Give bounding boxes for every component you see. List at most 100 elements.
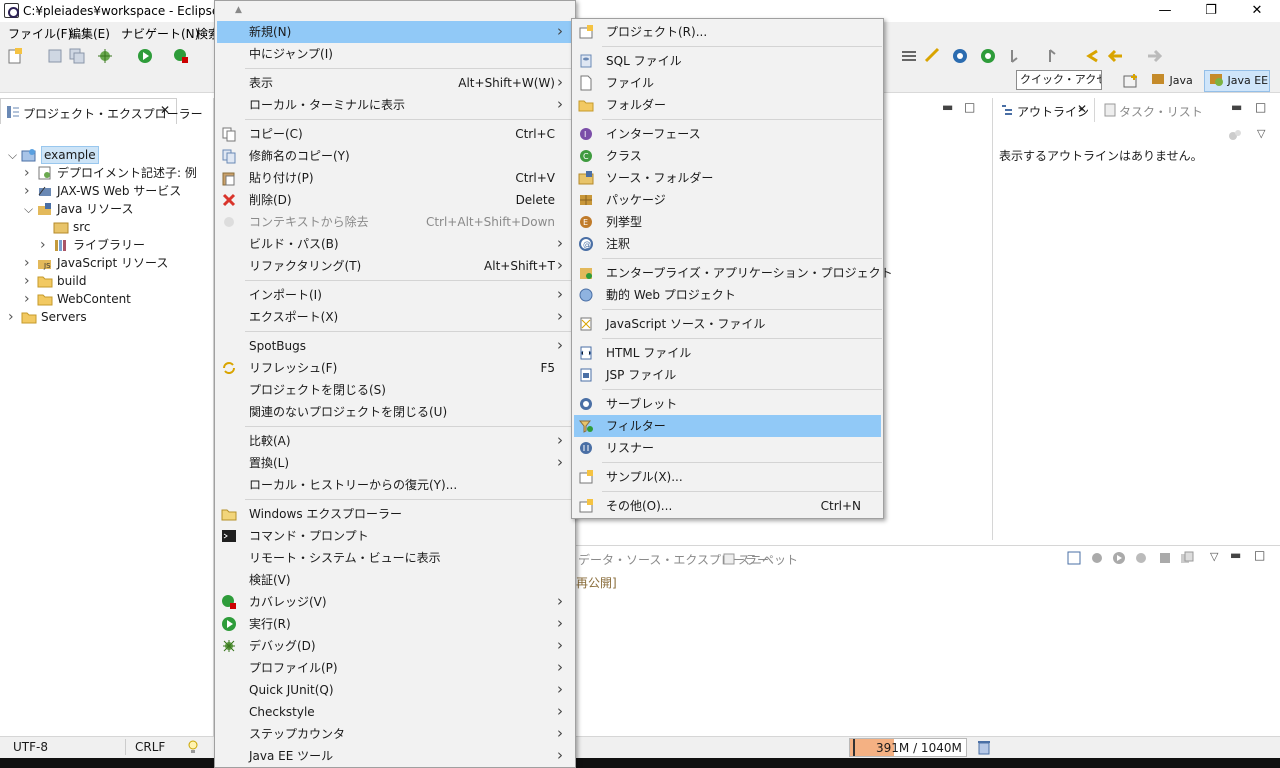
chevron-right-icon[interactable]: ›: [40, 236, 50, 254]
close-button[interactable]: ✕: [1234, 0, 1280, 22]
debug-server-icon[interactable]: [1090, 551, 1104, 565]
menu-item[interactable]: コピー(C) Ctrl+C: [217, 123, 573, 145]
stop-server-icon[interactable]: [1158, 551, 1172, 565]
view-menu-icon[interactable]: ▽: [1257, 127, 1265, 140]
tree-item[interactable]: › JS JavaScript リソース: [0, 254, 214, 272]
chevron-right-icon[interactable]: ›: [24, 290, 34, 308]
chevron-right-icon[interactable]: ›: [8, 308, 18, 326]
menu-item[interactable]: 表示 Alt+Shift+W(W) ›: [217, 72, 573, 94]
chevron-right-icon[interactable]: ›: [24, 272, 34, 290]
start-server-icon[interactable]: [1112, 551, 1126, 565]
bottom-maximize-icon[interactable]: □: [1254, 548, 1265, 562]
menu-item[interactable]: カバレッジ(V) ›: [217, 591, 573, 613]
menu-item[interactable]: フォルダー: [574, 94, 881, 116]
menu-item[interactable]: ステップカウンタ ›: [217, 723, 573, 745]
menu-item[interactable]: JSP ファイル: [574, 364, 881, 386]
menu-item[interactable]: デバッグ(D) ›: [217, 635, 573, 657]
outline-minimize-icon[interactable]: ▬: [1231, 100, 1242, 114]
focus-icon[interactable]: [1227, 128, 1243, 142]
menu-item[interactable]: ビルド・パス(B) ›: [217, 233, 573, 255]
menu-item[interactable]: リモート・システム・ビューに表示: [217, 547, 573, 569]
power-icon[interactable]: [979, 47, 997, 65]
menu-item[interactable]: リフレッシュ(F) F5: [217, 357, 573, 379]
restore-button[interactable]: ❐: [1188, 0, 1234, 22]
view-menu-icon[interactable]: ▽: [1210, 550, 1218, 563]
tree-item[interactable]: › WebContent: [0, 290, 214, 308]
menu-item[interactable]: 修飾名のコピー(Y): [217, 145, 573, 167]
last-edit-icon[interactable]: [1083, 47, 1101, 65]
menu-item[interactable]: その他(O)... Ctrl+N: [574, 495, 881, 517]
coverage-icon[interactable]: [172, 47, 190, 65]
toolbar-tool-icon[interactable]: [900, 47, 918, 65]
chevron-right-icon[interactable]: ›: [24, 254, 34, 272]
tree-item[interactable]: › デプロイメント記述子: 例: [0, 164, 214, 182]
lightbulb-icon[interactable]: [186, 739, 200, 755]
chevron-right-icon[interactable]: ›: [24, 164, 34, 182]
tree-item[interactable]: › JAX-WS Web サービス: [0, 182, 214, 200]
menu-item[interactable]: 貼り付け(P) Ctrl+V: [217, 167, 573, 189]
menu-item[interactable]: Quick JUnit(Q) ›: [217, 679, 573, 701]
menu-item[interactable]: Java EE ツール ›: [217, 745, 573, 767]
menu-item[interactable]: E 列挙型: [574, 211, 881, 233]
tab-snippets[interactable]: スニペット: [738, 551, 798, 568]
toolbar-tool2-icon[interactable]: [924, 47, 942, 65]
menu-item[interactable]: JavaScript ソース・ファイル: [574, 313, 881, 335]
forward-icon[interactable]: [1145, 47, 1163, 65]
close-tab-icon[interactable]: ✕: [160, 103, 170, 117]
menu-item[interactable]: ローカル・ヒストリーからの復元(Y)...: [217, 474, 573, 496]
menu-file[interactable]: ファイル(F): [8, 25, 72, 42]
menu-item[interactable]: @ 注釈: [574, 233, 881, 255]
menu-item[interactable]: 関連のないプロジェクトを閉じる(U): [217, 401, 573, 423]
bottom-minimize-icon[interactable]: ▬: [1230, 548, 1241, 562]
settings-gear-icon[interactable]: [951, 47, 969, 65]
menu-item[interactable]: 削除(D) Delete: [217, 189, 573, 211]
menu-item[interactable]: サーブレット: [574, 393, 881, 415]
close-outline-icon[interactable]: ✕: [1077, 102, 1087, 116]
menu-item[interactable]: ファイル: [574, 72, 881, 94]
minimize-button[interactable]: —: [1142, 0, 1188, 22]
tree-item[interactable]: src: [0, 218, 214, 236]
prev-annotation-icon[interactable]: [1046, 47, 1064, 65]
tab-task-list[interactable]: タスク・リスト: [1101, 98, 1211, 122]
menu-item[interactable]: プロファイル(P) ›: [217, 657, 573, 679]
quick-access-field[interactable]: クイック・アクセス: [1016, 70, 1102, 90]
menu-item[interactable]: フィルター: [574, 415, 881, 437]
heap-status[interactable]: 391M / 1040M: [849, 738, 967, 757]
scroll-up-icon[interactable]: ▲: [235, 5, 242, 15]
perspective-javaee[interactable]: Java EE: [1204, 70, 1270, 92]
perspective-java[interactable]: Java: [1150, 71, 1193, 91]
tree-item[interactable]: › build: [0, 272, 214, 290]
tree-item[interactable]: ⌵ example: [0, 146, 214, 164]
debug-icon[interactable]: [96, 47, 114, 65]
editor-maximize-icon[interactable]: □: [964, 100, 975, 114]
menu-item[interactable]: C クラス: [574, 145, 881, 167]
garbage-collect-icon[interactable]: [976, 739, 992, 755]
chevron-right-icon[interactable]: ›: [24, 182, 34, 200]
menu-item[interactable]: インポート(I) ›: [217, 284, 573, 306]
menu-item[interactable]: ローカル・ターミナルに表示 ›: [217, 94, 573, 116]
menu-item[interactable]: Checkstyle ›: [217, 701, 573, 723]
save-all-icon[interactable]: [68, 47, 86, 65]
menu-item[interactable]: 動的 Web プロジェクト: [574, 284, 881, 306]
menu-item[interactable]: リスナー: [574, 437, 881, 459]
menu-item[interactable]: リファクタリング(T) Alt+Shift+T ›: [217, 255, 573, 277]
menu-edit[interactable]: 編集(E): [69, 25, 110, 42]
menu-item[interactable]: ソース・フォルダー: [574, 167, 881, 189]
tab-project-explorer[interactable]: プロジェクト・エクスプローラー ✕: [0, 98, 203, 124]
menu-item[interactable]: エクスポート(X) ›: [217, 306, 573, 328]
chevron-down-icon[interactable]: ⌵: [24, 200, 34, 218]
menu-item[interactable]: パッケージ: [574, 189, 881, 211]
next-annotation-icon[interactable]: [1008, 47, 1026, 65]
new-icon[interactable]: [6, 47, 24, 65]
menu-item[interactable]: 置換(L) ›: [217, 452, 573, 474]
tree-item[interactable]: ⌵ Java リソース: [0, 200, 214, 218]
menu-item[interactable]: プロジェクトを閉じる(S): [217, 379, 573, 401]
menu-item[interactable]: エンタープライズ・アプリケーション・プロジェクト: [574, 262, 893, 284]
outline-maximize-icon[interactable]: □: [1255, 100, 1266, 114]
menu-item[interactable]: 中にジャンプ(I): [217, 43, 573, 65]
menu-item[interactable]: 比較(A) ›: [217, 430, 573, 452]
collapse-icon[interactable]: [1067, 551, 1081, 565]
menu-item[interactable]: SQL ファイル: [574, 50, 881, 72]
menu-item[interactable]: Windows エクスプローラー: [217, 503, 573, 525]
menu-item[interactable]: 新規(N) ›: [217, 21, 573, 43]
